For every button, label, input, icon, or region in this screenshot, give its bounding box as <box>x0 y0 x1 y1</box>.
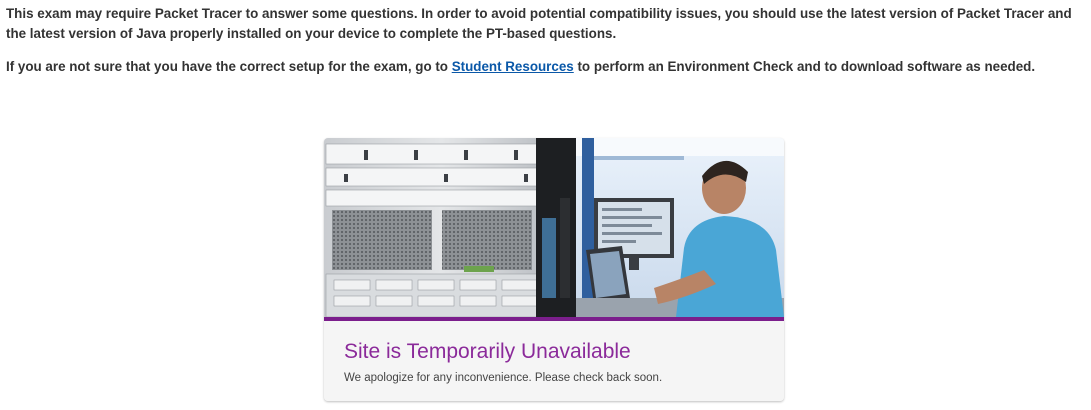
environment-check-text-end: to perform an Environment Check and to d… <box>573 59 1036 74</box>
card-body: Site is Temporarily Unavailable We apolo… <box>324 321 784 401</box>
exam-notice: This exam may require Packet Tracer to a… <box>6 4 1086 90</box>
environment-check-text: If you are not sure that you have the co… <box>6 57 1086 77</box>
site-unavailable-message: We apologize for any inconvenience. Plea… <box>344 372 663 384</box>
packet-tracer-requirement-text: This exam may require Packet Tracer to a… <box>6 6 1072 41</box>
site-unavailable-title: Site is Temporarily Unavailable <box>344 340 631 363</box>
hero-image <box>324 138 784 317</box>
student-resources-link[interactable]: Student Resources <box>452 59 574 74</box>
site-unavailable-card: Site is Temporarily Unavailable We apolo… <box>324 138 784 401</box>
environment-check-text-start: If you are not sure that you have the co… <box>6 59 452 74</box>
